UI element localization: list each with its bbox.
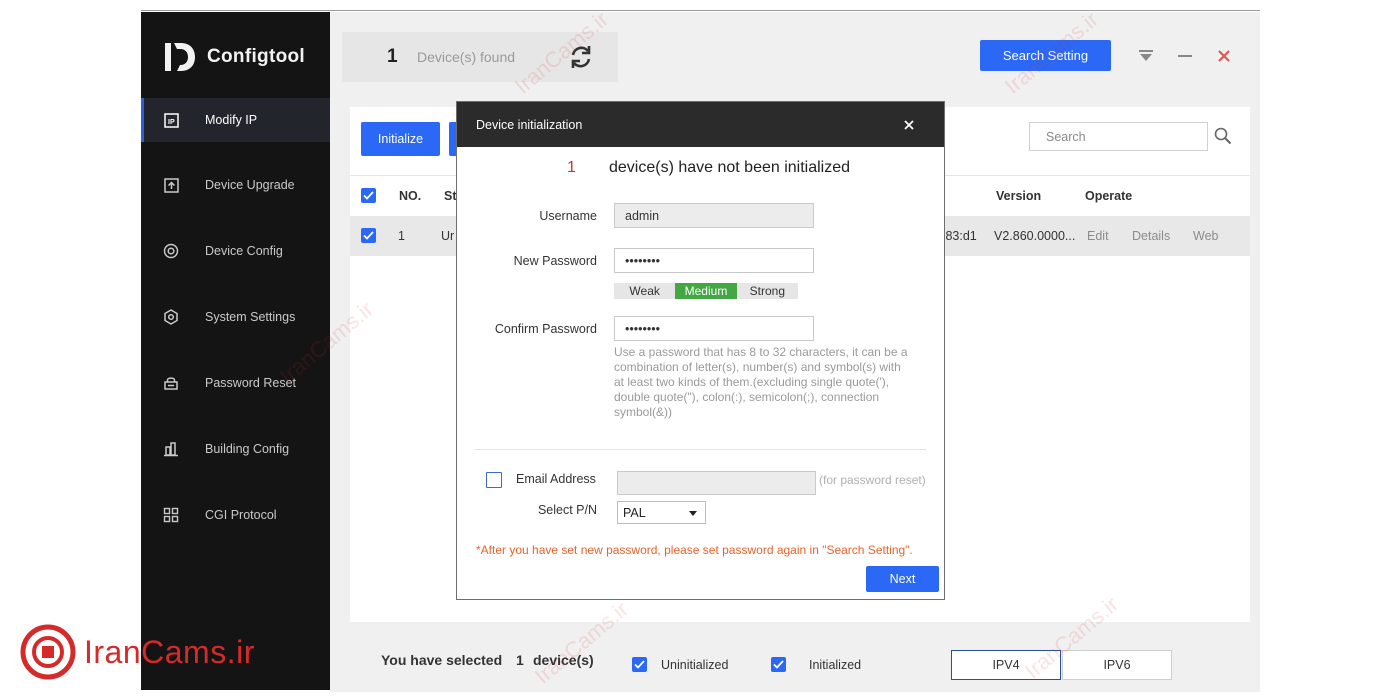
header-no: NO. (399, 189, 422, 203)
top-divider (141, 10, 1260, 11)
sidebar-item-label: Device Upgrade (205, 178, 295, 192)
row-status: Ur (441, 229, 455, 243)
pn-select[interactable]: PAL (617, 501, 706, 524)
sidebar-item-building-config[interactable]: Building Config (141, 427, 330, 471)
sidebar-item-label: System Settings (205, 310, 296, 324)
password-reset-icon (163, 375, 179, 391)
row-version: V2.860.0000... (994, 229, 1076, 243)
email-label: Email Address (516, 472, 596, 486)
strength-weak: Weak (629, 284, 660, 298)
devices-found-count: 1 (387, 46, 398, 67)
uninitialized-checkbox[interactable] (632, 657, 647, 672)
new-password-field[interactable]: •••••••• (614, 248, 814, 273)
configtool-logo-icon (165, 43, 195, 71)
sidebar-item-label: Device Config (205, 244, 283, 258)
chevron-down-icon (689, 511, 697, 516)
new-password-label: New Password (513, 254, 597, 268)
selected-prefix: You have selected (381, 652, 503, 668)
sidebar-item-modify-ip[interactable]: IP Modify IP (141, 98, 330, 142)
select-all-checkbox[interactable] (361, 188, 376, 203)
email-checkbox[interactable] (486, 472, 502, 488)
app-logo: Configtool (163, 40, 305, 74)
minimize-icon[interactable] (1177, 48, 1193, 64)
sidebar-item-cgi-protocol[interactable]: CGI Protocol (141, 493, 330, 537)
row-checkbox[interactable] (361, 228, 376, 243)
confirm-password-label: Confirm Password (494, 322, 597, 336)
row-no: 1 (398, 229, 405, 243)
cgi-icon (163, 507, 179, 523)
dropdown-menu-icon[interactable] (1138, 48, 1154, 64)
password-hint: Use a password that has 8 to 32 characte… (614, 345, 908, 419)
email-field[interactable] (617, 471, 816, 495)
footer-bar: You have selected 1 device(s) Uninitiali… (342, 624, 1249, 684)
brand-text: IranCams.ir (84, 633, 255, 670)
dialog-divider (475, 449, 926, 450)
web-link[interactable]: Web (1193, 229, 1218, 243)
username-label: Username (539, 209, 597, 223)
uninitialized-label: Uninitialized (661, 658, 729, 672)
dialog-header: Device initialization (457, 102, 944, 147)
sidebar-item-system-settings[interactable]: System Settings (141, 295, 330, 339)
edit-link[interactable]: Edit (1087, 229, 1109, 243)
username-field[interactable]: admin (614, 203, 814, 228)
initialized-label: Initialized (809, 658, 862, 672)
sidebar-item-label: CGI Protocol (205, 508, 277, 522)
email-hint: (for password reset) (819, 473, 926, 487)
header-status: St (444, 189, 457, 203)
search-input[interactable]: Search (1029, 122, 1208, 151)
pn-selected-value: PAL (623, 505, 646, 520)
confirm-password-field[interactable]: •••••••• (614, 316, 814, 341)
pn-label: Select P/N (537, 503, 597, 517)
irancams-logo-icon (20, 624, 76, 680)
irancams-brand: IranCams.ir (20, 624, 255, 680)
tab-ipv6[interactable]: IPV6 (1062, 650, 1172, 680)
uninitialized-count: 1 (567, 159, 576, 176)
system-settings-icon (163, 309, 179, 325)
details-link[interactable]: Details (1132, 229, 1170, 243)
sidebar-item-label: Building Config (205, 442, 290, 456)
selected-count: 1 (516, 652, 524, 668)
initialize-button[interactable]: Initialize (361, 122, 440, 156)
password-strength-meter: Weak Medium Strong (614, 283, 798, 299)
next-button[interactable]: Next (866, 566, 939, 592)
building-icon (163, 441, 179, 457)
svg-text:IP: IP (168, 119, 175, 126)
dialog-close-icon[interactable] (902, 118, 916, 132)
devices-found-label: Device(s) found (417, 49, 516, 65)
app-title: Configtool (207, 46, 305, 67)
strength-medium: Medium (675, 283, 737, 299)
dialog-title: Device initialization (476, 118, 583, 132)
strength-strong: Strong (749, 284, 785, 298)
sidebar-item-label: Modify IP (205, 113, 258, 127)
uninitialized-message: device(s) have not been initialized (609, 159, 851, 176)
sidebar-item-device-config[interactable]: Device Config (141, 229, 330, 273)
ip-icon: IP (163, 112, 179, 128)
close-icon[interactable] (1216, 48, 1232, 64)
header-operate: Operate (1085, 189, 1133, 203)
device-config-icon (163, 243, 179, 259)
initialized-checkbox[interactable] (771, 657, 786, 672)
upgrade-icon (163, 177, 179, 193)
sidebar-item-device-upgrade[interactable]: Device Upgrade (141, 163, 330, 207)
device-initialization-dialog: Device initialization 1 device(s) have n… (456, 101, 945, 600)
header-version: Version (996, 189, 1042, 203)
row-mac: :83:d1 (942, 229, 977, 243)
search-icon[interactable] (1214, 127, 1232, 145)
password-warning: *After you have set new password, please… (476, 543, 913, 557)
